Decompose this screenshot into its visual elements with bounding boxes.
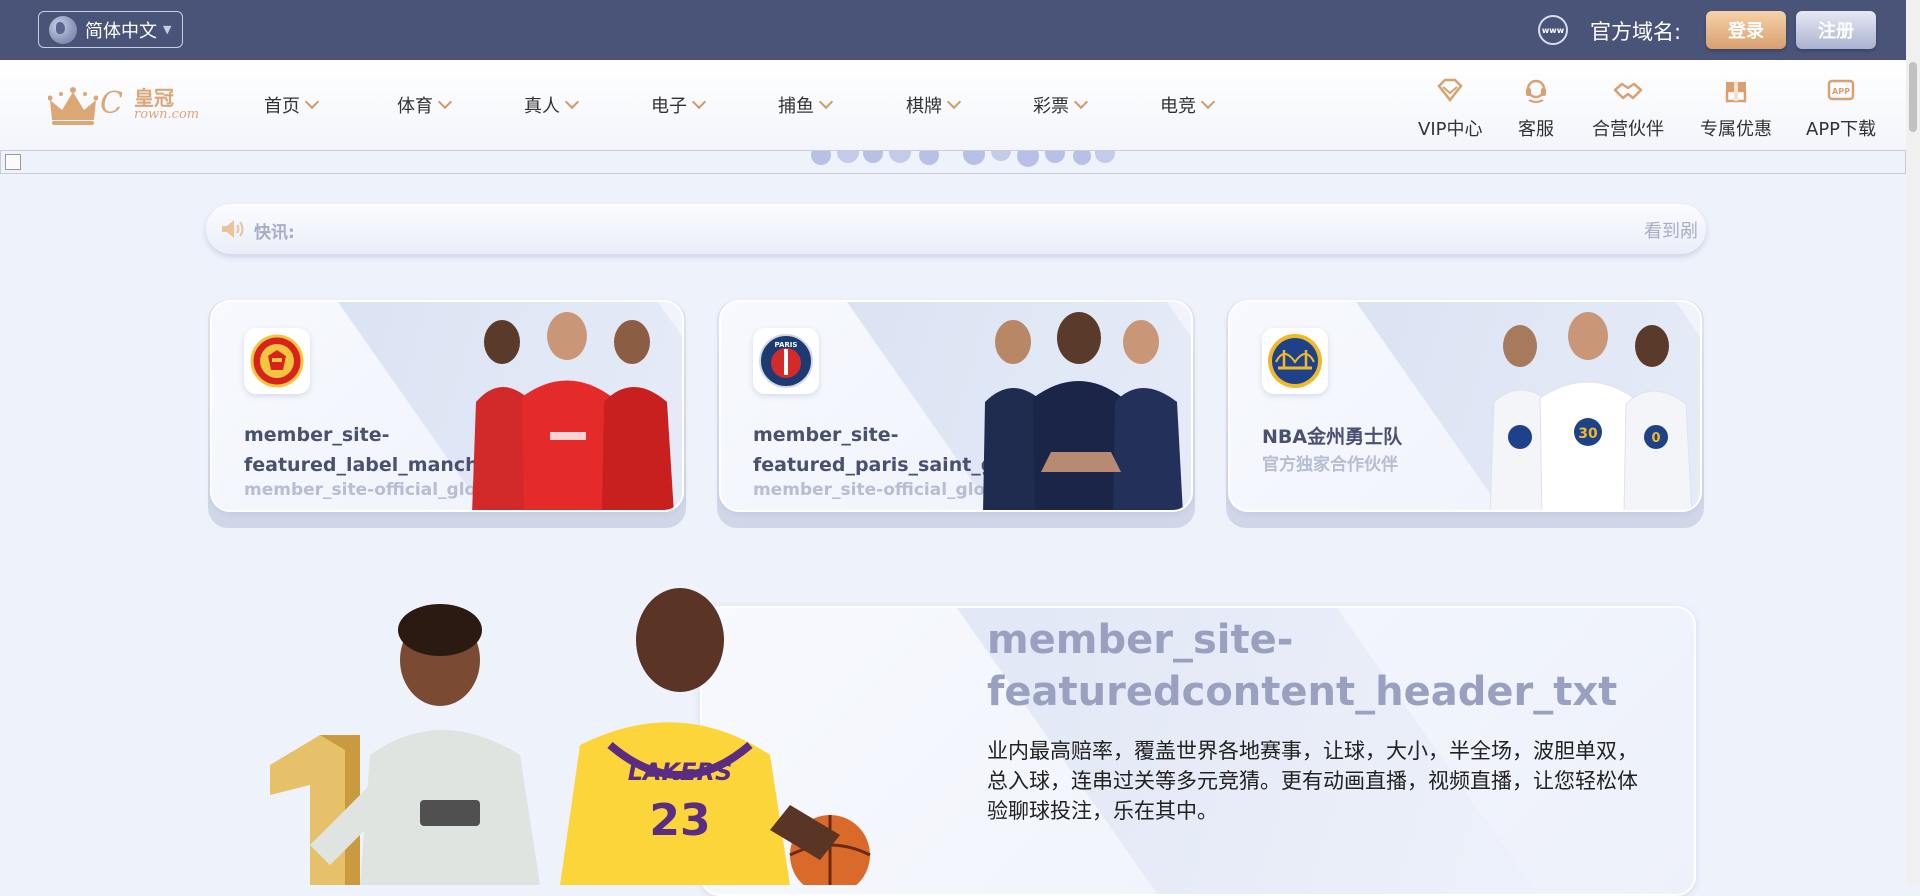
feature-title: member_site-featuredcontent_header_txt xyxy=(987,617,1618,715)
chevron-down-icon xyxy=(946,94,962,110)
crown-logo[interactable]: C 皇冠 rown.com xyxy=(48,82,199,130)
handshake-icon xyxy=(1613,82,1643,100)
chevron-down-icon xyxy=(691,94,707,110)
chevron-down-icon xyxy=(564,94,580,110)
nav-lottery[interactable]: 彩票 xyxy=(1033,92,1089,118)
logo-en: rown.com xyxy=(134,107,200,122)
www-icon: www xyxy=(1538,15,1568,45)
login-button[interactable]: 登录 xyxy=(1706,11,1786,49)
scrollbar-track[interactable] xyxy=(1906,0,1920,885)
card-subtitle: 官方独家合作伙伴 xyxy=(1262,455,1398,475)
partner-card-warriors[interactable]: NBA金州勇士队 官方独家合作伙伴 30 0 xyxy=(1226,300,1704,528)
headset-icon xyxy=(1526,79,1546,103)
players-image: 30 0 xyxy=(1489,312,1693,510)
svg-text:0: 0 xyxy=(1651,431,1660,446)
logo-letter: C xyxy=(100,86,123,121)
diamond-icon xyxy=(1437,78,1463,103)
banner-carousel[interactable] xyxy=(0,150,1906,174)
svg-text:30: 30 xyxy=(1578,426,1598,442)
main-nav: C 皇冠 rown.com 首页 体育 真人 电子 捕鱼 棋牌 彩票 电竞 VI… xyxy=(0,60,1906,151)
caret-down-icon: ▼ xyxy=(163,23,172,36)
ticker-label: 快讯: xyxy=(254,223,295,243)
news-ticker[interactable]: 快讯: 看到剐 xyxy=(206,204,1706,254)
partner-card-manchester[interactable]: member_site-featured_label_manchester me… xyxy=(208,300,686,528)
players-image xyxy=(983,312,1183,510)
nav-slots[interactable]: 电子 xyxy=(651,92,707,118)
app-download-icon: APP xyxy=(1827,79,1855,101)
speaker-icon xyxy=(222,220,244,238)
app-download-link[interactable]: APP APP下载 xyxy=(1806,78,1876,141)
register-button[interactable]: 注册 xyxy=(1796,11,1876,49)
chevron-down-icon xyxy=(437,94,453,110)
broken-image-icon xyxy=(5,154,21,170)
globe-icon xyxy=(49,15,77,44)
chevron-down-icon xyxy=(304,94,320,110)
partner-link[interactable]: 合营伙伴 xyxy=(1592,78,1664,141)
psg-crest-icon: PARIS xyxy=(753,328,819,394)
partner-card-psg[interactable]: PARIS member_site-featured_paris_saint_g… xyxy=(717,300,1195,528)
customer-service-link[interactable]: 客服 xyxy=(1518,78,1554,141)
scrollbar-thumb[interactable] xyxy=(1909,62,1917,132)
svg-text:23: 23 xyxy=(649,795,710,846)
exclusive-offers-link[interactable]: 专属优惠 xyxy=(1700,78,1772,141)
nav-fishing[interactable]: 捕鱼 xyxy=(778,92,834,118)
top-bar: 简体中文 ▼ www 官方域名: 登录 注册 xyxy=(0,0,1920,60)
nav-home[interactable]: 首页 xyxy=(264,92,320,118)
nav-chess-cards[interactable]: 棋牌 xyxy=(906,92,962,118)
chevron-down-icon xyxy=(818,94,834,110)
feature-description: 业内最高赔率，覆盖世界各地赛事，让球，大小，半全场，波胆单双，总入球，连串过关等… xyxy=(987,739,1638,823)
language-label: 简体中文 xyxy=(85,20,157,42)
feature-athletes-image: 23 LAKERS xyxy=(270,588,871,885)
nav-sports[interactable]: 体育 xyxy=(397,92,453,118)
crown-icon xyxy=(48,87,98,125)
gift-icon xyxy=(1725,82,1747,103)
manchester-united-crest-icon xyxy=(244,328,310,394)
nav-live-casino[interactable]: 真人 xyxy=(524,92,580,118)
chevron-down-icon xyxy=(1200,94,1216,110)
golden-state-warriors-logo-icon xyxy=(1262,328,1328,394)
svg-text:LAKERS: LAKERS xyxy=(628,758,733,786)
official-domain-label: 官方域名: xyxy=(1590,20,1682,44)
ticker-text: 看到剐 xyxy=(1644,221,1698,242)
vip-center-link[interactable]: VIP中心 xyxy=(1418,78,1482,141)
svg-text:APP: APP xyxy=(1832,87,1850,96)
language-selector[interactable]: 简体中文 ▼ xyxy=(38,11,183,48)
chevron-down-icon xyxy=(1073,94,1089,110)
svg-text:PARIS: PARIS xyxy=(775,341,798,349)
players-image xyxy=(472,312,674,510)
nav-esports[interactable]: 电竞 xyxy=(1160,92,1216,118)
